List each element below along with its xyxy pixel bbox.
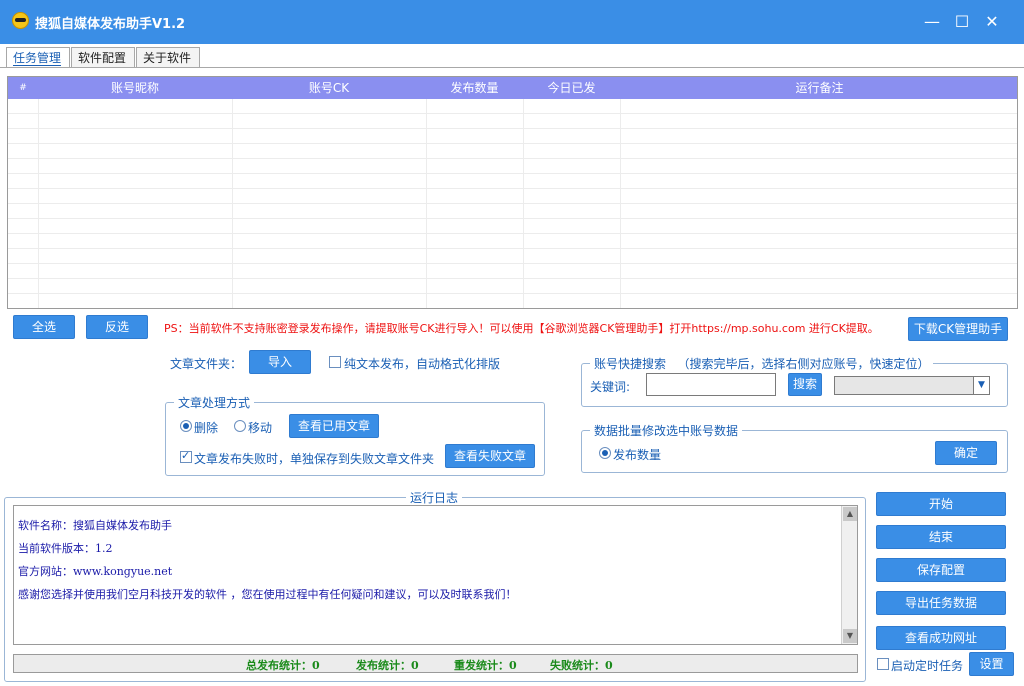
publish-count-radio[interactable] xyxy=(599,447,611,459)
total-publish-label: 总发布统计： xyxy=(246,659,312,672)
account-search-group: 账号快捷搜索 （搜索完毕后，选择右侧对应账号，快速定位） 关键词: 搜索 ▼ xyxy=(581,355,1008,407)
failed-stat-value: 0 xyxy=(605,659,613,672)
log-line: 当前软件版本：1.2 xyxy=(18,542,113,555)
stats-bar: 总发布统计：0 发布统计：0 重发统计：0 失败统计：0 xyxy=(13,654,858,673)
search-hint: （搜索完毕后，选择右侧对应账号，快速定位） xyxy=(677,357,930,371)
tab-label: 关于软件 xyxy=(143,51,192,65)
repost-stat-label: 重发统计： xyxy=(454,659,509,672)
publish-stat-label: 发布统计： xyxy=(356,659,411,672)
export-task-data-button[interactable]: 导出任务数据 xyxy=(876,591,1006,615)
keyword-input[interactable] xyxy=(646,373,776,396)
table-row[interactable] xyxy=(8,294,1017,308)
table-row[interactable] xyxy=(8,189,1017,204)
save-failed-checkbox[interactable] xyxy=(180,449,192,463)
table-row[interactable] xyxy=(8,129,1017,144)
window-title: 搜狐自媒体发布助手V1.2 xyxy=(35,17,186,32)
chevron-down-icon[interactable]: ▼ xyxy=(973,377,989,394)
auto-timer-checkbox[interactable] xyxy=(877,658,889,670)
log-line: 软件名称：搜狐自媒体发布助手 xyxy=(18,519,172,532)
search-button[interactable]: 搜索 xyxy=(788,373,822,396)
table-row[interactable] xyxy=(8,219,1017,234)
grid-header: # 账号昵称 账号CK 发布数量 今日已发 运行备注 xyxy=(8,77,1017,99)
processing-group: 文章处理方式 删除 移动 查看已用文章 文章发布失败时，单独保存到失败文章文件夹… xyxy=(165,394,545,476)
tab-divider xyxy=(0,67,1024,68)
search-legend-title: 账号快捷搜索 xyxy=(594,357,667,371)
processing-legend: 文章处理方式 xyxy=(174,394,255,411)
end-button[interactable]: 结束 xyxy=(876,525,1006,549)
plain-text-checkbox[interactable] xyxy=(329,356,341,368)
import-button[interactable]: 导入 xyxy=(249,350,311,374)
auto-timer-label: 启动定时任务 xyxy=(891,659,964,673)
save-failed-label: 文章发布失败时，单独保存到失败文章文件夹 xyxy=(194,452,435,466)
column-ck[interactable]: 账号CK xyxy=(232,77,426,99)
scroll-down-icon[interactable]: ▼ xyxy=(843,629,857,643)
publish-stat: 发布统计：0 xyxy=(356,657,419,673)
download-ck-helper-button[interactable]: 下载CK管理助手 xyxy=(908,317,1008,341)
move-radio[interactable] xyxy=(234,420,246,432)
table-row[interactable] xyxy=(8,204,1017,219)
view-failed-articles-button[interactable]: 查看失败文章 xyxy=(445,444,535,468)
table-row[interactable] xyxy=(8,144,1017,159)
app-logo-icon xyxy=(12,12,29,29)
log-legend: 运行日志 xyxy=(406,489,463,506)
column-publish-count[interactable]: 发布数量 xyxy=(426,77,523,99)
view-success-urls-button[interactable]: 查看成功网址 xyxy=(876,626,1006,650)
publish-stat-value: 0 xyxy=(411,659,419,672)
log-line: 感谢您选择并使用我们空月科技开发的软件 ，您在使用过程中有任何疑问和建议，可以及… xyxy=(18,588,517,601)
log-line: 官方网站：www.kongyue.net xyxy=(18,565,173,578)
table-row[interactable] xyxy=(8,234,1017,249)
table-row[interactable] xyxy=(8,99,1017,114)
tab-software-config[interactable]: 软件配置 xyxy=(71,47,135,67)
scroll-up-icon[interactable]: ▲ xyxy=(843,507,857,521)
tab-about[interactable]: 关于软件 xyxy=(136,47,200,67)
repost-stat-value: 0 xyxy=(509,659,517,672)
failed-stat-label: 失败统计： xyxy=(550,659,605,672)
total-publish-value: 0 xyxy=(312,659,320,672)
tab-label: 软件配置 xyxy=(78,51,127,65)
title-bar: 搜狐自媒体发布助手V1.2 — ☐ ✕ xyxy=(0,0,1024,44)
table-row[interactable] xyxy=(8,114,1017,129)
account-grid[interactable]: # 账号昵称 账号CK 发布数量 今日已发 运行备注 xyxy=(7,76,1018,309)
search-legend: 账号快捷搜索 （搜索完毕后，选择右侧对应账号，快速定位） xyxy=(590,355,934,372)
batch-edit-group: 数据批量修改选中账号数据 发布数量 确定 xyxy=(581,422,1008,473)
move-label: 移动 xyxy=(248,421,273,435)
column-index[interactable]: # xyxy=(8,77,38,99)
batch-legend: 数据批量修改选中账号数据 xyxy=(590,422,743,439)
run-log-group: 运行日志 软件名称：搜狐自媒体发布助手 当前软件版本：1.2 官方网站：www.… xyxy=(4,489,866,682)
repost-stat: 重发统计：0 xyxy=(454,657,517,673)
invert-selection-button[interactable]: 反选 xyxy=(86,315,148,339)
table-row[interactable] xyxy=(8,264,1017,279)
view-used-articles-button[interactable]: 查看已用文章 xyxy=(289,414,379,438)
log-textarea[interactable]: 软件名称：搜狐自媒体发布助手 当前软件版本：1.2 官方网站：www.kongy… xyxy=(13,505,858,645)
publish-count-label: 发布数量 xyxy=(613,448,662,462)
table-row[interactable] xyxy=(8,249,1017,264)
total-publish-stat: 总发布统计：0 xyxy=(246,657,320,673)
close-button[interactable]: ✕ xyxy=(982,12,1002,32)
column-today-sent[interactable]: 今日已发 xyxy=(523,77,620,99)
table-row[interactable] xyxy=(8,279,1017,294)
plain-text-label: 纯文本发布，自动格式化排版 xyxy=(344,357,501,371)
log-scrollbar[interactable]: ▲ ▼ xyxy=(841,506,857,644)
failed-stat: 失败统计：0 xyxy=(550,657,613,673)
tab-label: 任务管理 xyxy=(13,51,62,66)
article-folder-label: 文章文件夹： xyxy=(170,357,243,371)
confirm-button[interactable]: 确定 xyxy=(935,441,997,465)
ck-notice: PS：当前软件不支持账密登录发布操作，请提取账号CK进行导入！可以使用【谷歌浏览… xyxy=(164,322,879,335)
minimize-button[interactable]: — xyxy=(922,12,942,32)
column-nickname[interactable]: 账号昵称 xyxy=(38,77,232,99)
table-row[interactable] xyxy=(8,159,1017,174)
table-row[interactable] xyxy=(8,174,1017,189)
save-config-button[interactable]: 保存配置 xyxy=(876,558,1006,582)
tab-task-management[interactable]: 任务管理 xyxy=(6,47,70,68)
account-select[interactable]: ▼ xyxy=(834,376,990,395)
maximize-button[interactable]: ☐ xyxy=(952,12,972,32)
start-button[interactable]: 开始 xyxy=(876,492,1006,516)
keyword-label: 关键词: xyxy=(590,380,631,394)
delete-label: 删除 xyxy=(194,421,219,435)
select-all-button[interactable]: 全选 xyxy=(13,315,75,339)
delete-radio[interactable] xyxy=(180,420,192,432)
settings-button[interactable]: 设置 xyxy=(969,652,1014,676)
column-remarks[interactable]: 运行备注 xyxy=(620,77,1017,99)
